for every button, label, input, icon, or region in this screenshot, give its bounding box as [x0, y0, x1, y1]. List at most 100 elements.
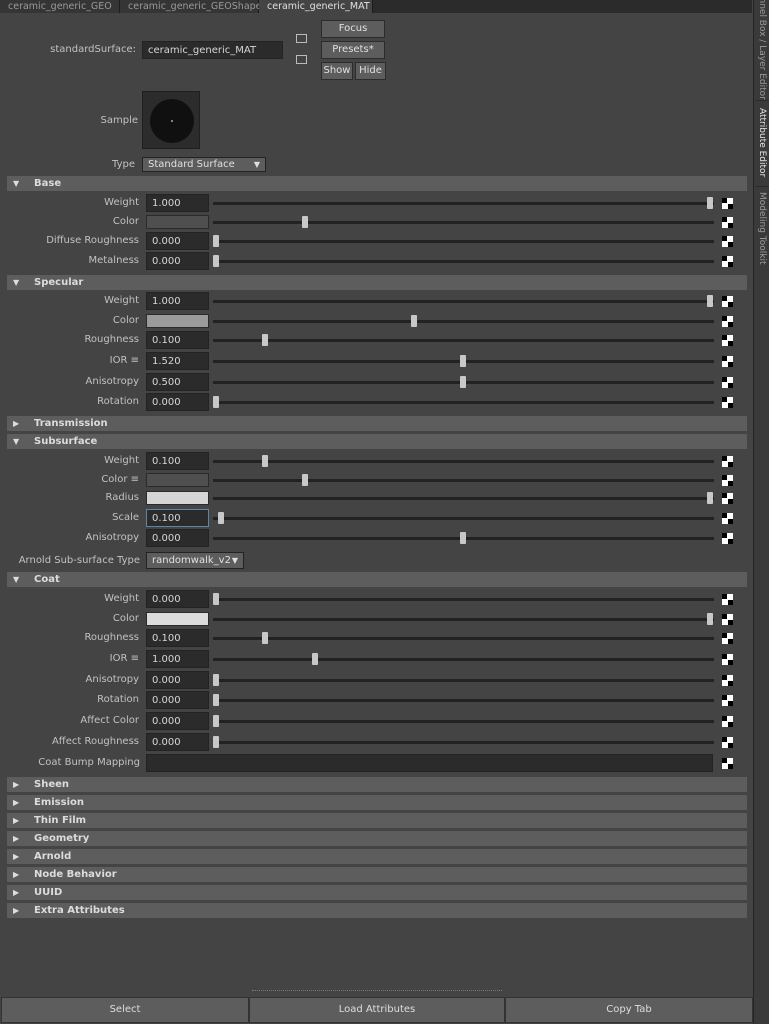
map-button-icon[interactable]	[722, 594, 733, 605]
slider-handle[interactable]	[262, 334, 269, 346]
material-sample-swatch[interactable]	[142, 91, 200, 149]
node-name-field[interactable]: ceramic_generic_MAT	[142, 41, 283, 59]
map-button-icon[interactable]	[722, 475, 733, 486]
map-button-icon[interactable]	[722, 397, 733, 408]
map-button-icon[interactable]	[722, 654, 733, 665]
map-button-icon[interactable]	[722, 614, 733, 625]
slider-track[interactable]	[213, 320, 714, 323]
slider-handle[interactable]	[213, 736, 219, 748]
slider-track[interactable]	[213, 699, 714, 702]
slider-handle[interactable]	[301, 216, 308, 228]
map-button-icon[interactable]	[722, 236, 733, 247]
attr-value-field[interactable]: 0.100	[146, 452, 209, 470]
slider-track[interactable]	[213, 260, 714, 263]
slider-handle[interactable]	[460, 355, 466, 367]
attr-value-field[interactable]: 0.000	[146, 232, 209, 250]
sss-type-dropdown[interactable]: randomwalk_v2 ▼	[146, 552, 244, 569]
map-button-icon[interactable]	[722, 316, 733, 327]
map-button-icon[interactable]	[722, 377, 733, 388]
slider-track[interactable]	[213, 720, 714, 723]
tab-geoshape[interactable]: ceramic_generic_GEOShape	[120, 0, 262, 13]
slider-handle[interactable]	[213, 694, 219, 706]
copy-tab-button[interactable]: Copy Tab	[505, 997, 753, 1023]
attr-value-field[interactable]: 0.100	[146, 629, 209, 647]
section-header-geometry[interactable]: ▶ Geometry	[7, 831, 747, 846]
section-header-base[interactable]: ▼ Base	[7, 176, 747, 191]
type-dropdown[interactable]: Standard Surface ▼	[142, 157, 266, 172]
slider-handle[interactable]	[262, 632, 269, 644]
coat-bump-field[interactable]	[146, 754, 713, 772]
section-header-coat[interactable]: ▼ Coat	[7, 572, 747, 587]
slider-handle[interactable]	[213, 593, 219, 605]
color-swatch[interactable]	[146, 215, 209, 229]
attr-value-field[interactable]: 0.000	[146, 712, 209, 730]
slider-handle[interactable]	[460, 532, 466, 544]
show-button[interactable]: Show	[321, 62, 353, 80]
map-button-icon[interactable]	[722, 758, 733, 769]
section-header-subsurface[interactable]: ▼ Subsurface	[7, 434, 747, 449]
map-button-icon[interactable]	[722, 513, 733, 524]
section-header-uuid[interactable]: ▶ UUID	[7, 885, 747, 900]
slider-handle[interactable]	[213, 235, 219, 247]
slider-track[interactable]	[213, 497, 714, 500]
map-button-icon[interactable]	[722, 456, 733, 467]
hide-button[interactable]: Hide	[355, 62, 386, 80]
map-button-icon[interactable]	[722, 716, 733, 727]
attr-value-field[interactable]: 0.000	[146, 252, 209, 270]
output-connection-icon[interactable]	[296, 55, 307, 64]
slider-handle[interactable]	[301, 474, 308, 486]
map-button-icon[interactable]	[722, 356, 733, 367]
slider-track[interactable]	[213, 339, 714, 342]
slider-handle[interactable]	[213, 674, 219, 686]
load-attributes-button[interactable]: Load Attributes	[249, 997, 505, 1023]
slider-track[interactable]	[213, 637, 714, 640]
attr-value-field[interactable]: 0.000	[146, 529, 209, 547]
slider-handle[interactable]	[707, 197, 713, 209]
slider-track[interactable]	[213, 240, 714, 243]
map-button-icon[interactable]	[722, 493, 733, 504]
slider-track[interactable]	[213, 598, 714, 601]
presets-button[interactable]: Presets*	[321, 41, 385, 59]
slider-track[interactable]	[213, 679, 714, 682]
attr-value-field[interactable]: 0.500	[146, 373, 209, 391]
color-swatch[interactable]	[146, 473, 209, 487]
section-header-sheen[interactable]: ▶ Sheen	[7, 777, 747, 792]
slider-track[interactable]	[213, 300, 714, 303]
slider-track[interactable]	[213, 517, 714, 520]
tab-geo[interactable]: ceramic_generic_GEO	[0, 0, 120, 13]
slider-handle[interactable]	[460, 376, 466, 388]
section-header-thin-film[interactable]: ▶ Thin Film	[7, 813, 747, 828]
slider-track[interactable]	[213, 221, 714, 224]
slider-handle[interactable]	[262, 455, 269, 467]
attr-value-field[interactable]: 0.000	[146, 590, 209, 608]
section-header-extra-attributes[interactable]: ▶ Extra Attributes	[7, 903, 747, 918]
slider-handle[interactable]	[707, 295, 713, 307]
side-tab-modeling-toolkit[interactable]: Modeling Toolkit	[754, 188, 769, 268]
attr-value-field[interactable]: 1.000	[146, 650, 209, 668]
color-swatch[interactable]	[146, 491, 209, 505]
slider-track[interactable]	[213, 658, 714, 661]
attr-value-field[interactable]: 1.000	[146, 292, 209, 310]
attr-value-field[interactable]: 1.520	[146, 352, 209, 370]
attr-value-field[interactable]: 0.000	[146, 691, 209, 709]
resize-grip[interactable]	[252, 990, 502, 991]
map-button-icon[interactable]	[722, 335, 733, 346]
attr-value-field[interactable]: 0.000	[146, 393, 209, 411]
slider-handle[interactable]	[707, 613, 713, 625]
slider-handle[interactable]	[217, 512, 224, 524]
attr-value-field[interactable]: 0.100	[146, 331, 209, 349]
map-button-icon[interactable]	[722, 633, 733, 644]
attr-value-field[interactable]: 0.000	[146, 671, 209, 689]
map-button-icon[interactable]	[722, 533, 733, 544]
slider-handle[interactable]	[213, 255, 219, 267]
slider-track[interactable]	[213, 618, 714, 621]
section-header-emission[interactable]: ▶ Emission	[7, 795, 747, 810]
section-header-specular[interactable]: ▼ Specular	[7, 275, 747, 290]
slider-track[interactable]	[213, 479, 714, 482]
section-header-node-behavior[interactable]: ▶ Node Behavior	[7, 867, 747, 882]
slider-track[interactable]	[213, 741, 714, 744]
slider-track[interactable]	[213, 202, 714, 205]
input-connection-icon[interactable]	[296, 34, 307, 43]
attr-value-field[interactable]: 0.000	[146, 733, 209, 751]
slider-track[interactable]	[213, 460, 714, 463]
